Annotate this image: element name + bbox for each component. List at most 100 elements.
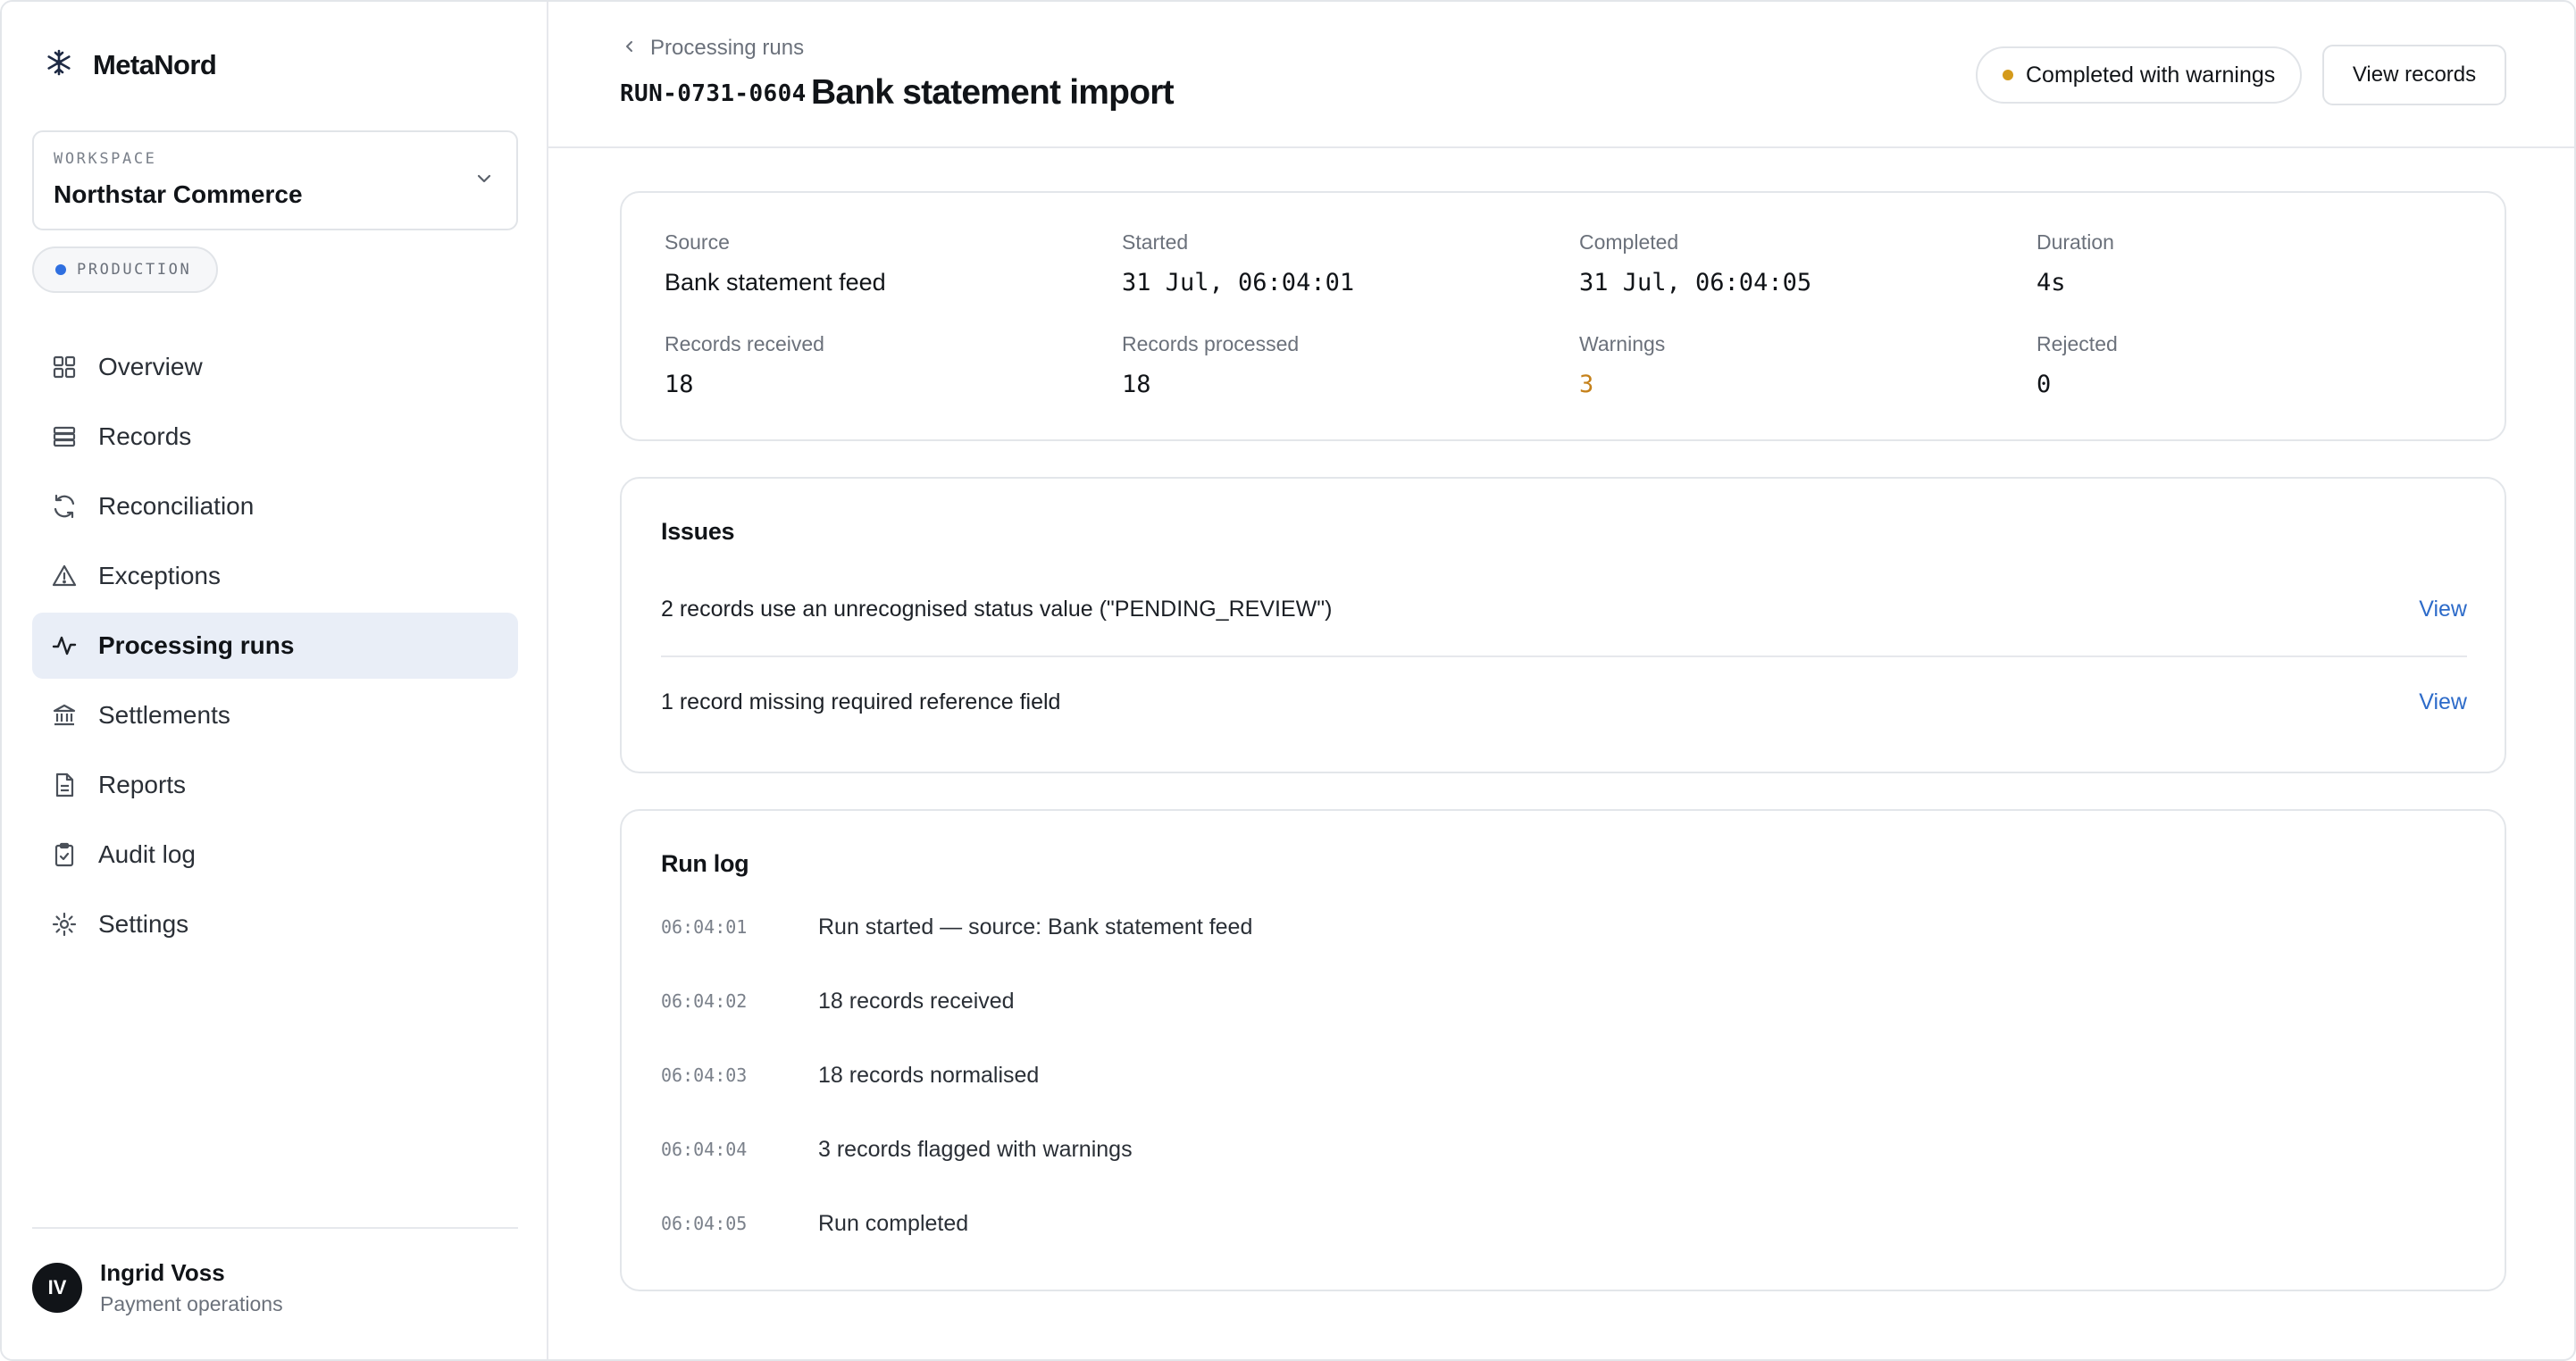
environment-dot [55, 264, 66, 275]
grid-icon [50, 353, 79, 381]
log-message: 18 records normalised [818, 1062, 1040, 1088]
environment-label: PRODUCTION [77, 261, 192, 279]
sidebar-item-records[interactable]: Records [32, 404, 518, 470]
warning-triangle-icon [50, 562, 79, 590]
sidebar-item-audit-log[interactable]: Audit log [32, 822, 518, 888]
stat-value: 18 [1122, 371, 1151, 398]
issues-card: Issues 2 records use an unrecognised sta… [620, 477, 2506, 773]
database-icon [50, 422, 79, 451]
stat-warnings: Warnings 3 [1579, 332, 1665, 398]
issue-row: 2 records use an unrecognised status val… [661, 563, 2467, 655]
log-entry: 06:04:03 18 records normalised [661, 1057, 1039, 1093]
sidebar-item-label: Processing runs [98, 631, 295, 659]
issue-text: 2 records use an unrecognised status val… [661, 596, 1333, 622]
status-badge: Completed with warnings [1976, 46, 2303, 104]
issue-row: 1 record missing required reference fiel… [661, 655, 2467, 748]
log-message: Run completed [818, 1210, 969, 1236]
breadcrumb[interactable]: Processing runs [622, 36, 804, 61]
sidebar-item-overview[interactable]: Overview [32, 334, 518, 400]
issue-view-link[interactable]: View [2419, 689, 2467, 715]
sidebar-item-label: Exceptions [98, 562, 221, 589]
stat-value: 0 [2037, 371, 2052, 398]
clipboard-check-icon [50, 840, 79, 869]
stat-value: 4s [2037, 269, 2066, 296]
user-role: Payment operations [100, 1292, 283, 1315]
sidebar-item-label: Records [98, 422, 192, 450]
breadcrumb-label: Processing runs [650, 36, 805, 60]
avatar: IV [32, 1263, 82, 1313]
user-profile[interactable]: IV Ingrid Voss Payment operations [32, 1259, 283, 1316]
stat-label: Started [1122, 230, 1189, 254]
stat-label: Completed [1579, 230, 1679, 254]
stat-value: 18 [665, 371, 694, 398]
stat-completed: Completed 31 Jul, 06:04:05 [1579, 230, 1811, 296]
log-message: 18 records received [818, 988, 1015, 1014]
run-log-title: Run log [661, 850, 749, 877]
sidebar-item-label: Settings [98, 910, 189, 938]
sidebar-item-settings[interactable]: Settings [32, 891, 518, 957]
log-time: 06:04:05 [661, 1213, 748, 1234]
stat-value: 31 Jul, 06:04:05 [1579, 269, 1812, 296]
stat-records-processed: Records processed 18 [1122, 332, 1299, 398]
sidebar-item-reconciliation[interactable]: Reconciliation [32, 473, 518, 539]
page-title: Bank statement import [811, 73, 1175, 112]
issues-title: Issues [661, 518, 735, 545]
sidebar-item-label: Audit log [98, 840, 196, 868]
main-content: Processing runs RUN-0731-0604 Bank state… [548, 2, 2574, 1359]
sidebar-item-exceptions[interactable]: Exceptions [32, 543, 518, 609]
stat-value: 3 [1579, 371, 1594, 398]
run-id: RUN-0731-0604 [620, 80, 807, 107]
stat-value: 31 Jul, 06:04:01 [1122, 269, 1355, 296]
status-label: Completed with warnings [2026, 62, 2276, 88]
workspace-selector[interactable]: WORKSPACE Northstar Commerce [32, 130, 518, 230]
status-dot [2003, 70, 2013, 80]
log-entry: 06:04:01 Run started — source: Bank stat… [661, 909, 1252, 945]
sidebar-item-label: Reconciliation [98, 492, 255, 520]
stat-duration: Duration 4s [2037, 230, 2114, 296]
log-message: 3 records flagged with warnings [818, 1136, 1133, 1162]
chevron-down-icon [473, 168, 495, 194]
sidebar-item-settlements[interactable]: Settlements [32, 682, 518, 748]
log-time: 06:04:04 [661, 1139, 748, 1160]
log-entry: 06:04:02 18 records received [661, 983, 1015, 1019]
stat-rejected: Rejected 0 [2037, 332, 2118, 398]
sidebar-divider [32, 1227, 518, 1229]
page-header: Processing runs RUN-0731-0604 Bank state… [548, 2, 2574, 148]
run-log-card: Run log 06:04:01 Run started — source: B… [620, 809, 2506, 1291]
sidebar: MetaNord WORKSPACE Northstar Commerce PR… [2, 2, 548, 1359]
run-summary-card: Source Bank statement feed Started 31 Ju… [620, 191, 2506, 441]
stat-label: Records received [665, 332, 824, 355]
user-name: Ingrid Voss [100, 1259, 225, 1286]
sidebar-item-label: Reports [98, 771, 187, 798]
stat-value: Bank statement feed [665, 269, 886, 296]
issue-view-link[interactable]: View [2419, 597, 2467, 622]
log-entry: 06:04:05 Run completed [661, 1206, 968, 1241]
gear-icon [50, 910, 79, 939]
chevron-left-icon [622, 36, 638, 61]
bank-icon [50, 701, 79, 730]
sidebar-item-processing-runs[interactable]: Processing runs [32, 613, 518, 679]
view-records-button[interactable]: View records [2322, 45, 2506, 105]
issue-text: 1 record missing required reference fiel… [661, 689, 1061, 714]
log-message: Run started — source: Bank statement fee… [818, 914, 1253, 939]
activity-icon [50, 631, 79, 660]
sidebar-item-reports[interactable]: Reports [32, 752, 518, 818]
sidebar-item-label: Overview [98, 353, 203, 380]
brand[interactable]: MetaNord [45, 48, 217, 81]
log-time: 06:04:03 [661, 1065, 748, 1086]
workspace-name: Northstar Commerce [54, 180, 303, 208]
stat-label: Records processed [1122, 332, 1300, 355]
sidebar-nav: Overview Records Reconciliation Exceptio… [32, 334, 518, 961]
document-icon [50, 771, 79, 799]
app-window: MetaNord WORKSPACE Northstar Commerce PR… [0, 0, 2576, 1361]
log-entry: 06:04:04 3 records flagged with warnings [661, 1131, 1133, 1167]
refresh-icon [50, 492, 79, 521]
sidebar-item-label: Settlements [98, 701, 230, 729]
stat-records-received: Records received 18 [665, 332, 824, 398]
log-time: 06:04:01 [661, 916, 748, 938]
stat-label: Rejected [2037, 332, 2118, 355]
stat-started: Started 31 Jul, 06:04:01 [1122, 230, 1354, 296]
environment-badge: PRODUCTION [32, 246, 219, 293]
stat-label: Source [665, 230, 730, 254]
stat-label: Warnings [1579, 332, 1666, 355]
